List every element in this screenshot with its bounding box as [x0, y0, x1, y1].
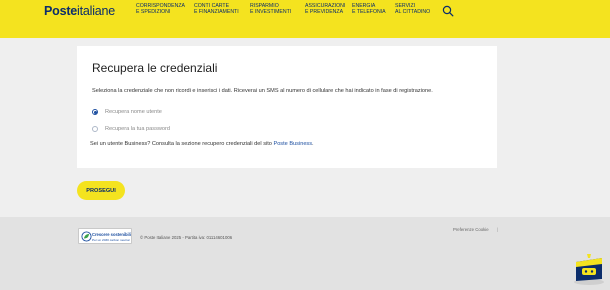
business-text: Sei un utente Business? Consulta la sezi… — [90, 141, 274, 147]
footer: Crescere sostenibili Per un 2030 carbon … — [0, 217, 610, 290]
logo-bold: Poste — [44, 4, 78, 18]
logo-regular: italiane — [77, 4, 116, 18]
nav-item-energia[interactable]: Energia e telefonia — [352, 3, 386, 16]
nav-item-label-2: e telefonia — [352, 9, 386, 16]
radio-password[interactable] — [92, 126, 98, 132]
nav-item-servizi[interactable]: Servizi al cittadino — [395, 3, 430, 16]
badge-subtitle: Per un 2030 carbon neutral — [92, 237, 130, 242]
recovery-card: Recupera le credenziali Seleziona la cre… — [77, 46, 497, 168]
nav-item-corrispondenza[interactable]: Corrispondenza e spedizioni — [136, 3, 185, 16]
nav-item-label-2: e finanziamenti — [194, 9, 239, 16]
proceed-button[interactable]: PROSEGUI — [77, 181, 125, 200]
nav-item-assicurazioni[interactable]: Assicurazioni e previdenza — [305, 3, 345, 16]
poste-business-link[interactable]: Poste Business — [273, 141, 312, 147]
radio-username[interactable] — [92, 109, 98, 115]
nav-item-label-2: e investimenti — [250, 9, 292, 16]
badge-title: Crescere sostenibili — [92, 231, 131, 237]
business-note: Sei un utente Business? Consulta la sezi… — [90, 141, 314, 147]
nav-item-label-2: e previdenza — [305, 9, 344, 16]
form-description: Seleziona la credenziale che non ricordi… — [92, 88, 433, 94]
leaf-icon — [81, 231, 92, 242]
search-icon[interactable] — [442, 5, 454, 17]
option-label: Recupera nome utente — [105, 109, 162, 115]
business-end: . — [312, 141, 314, 147]
nav-item-risparmio[interactable]: Risparmio e investimenti — [250, 3, 291, 16]
option-recover-password[interactable]: Recupera la tua password — [92, 126, 170, 132]
footer-separator: | — [497, 227, 499, 232]
header: Posteitaliane Corrispondenza e spedizion… — [0, 0, 610, 38]
page-title: Recupera le credenziali — [92, 61, 218, 75]
copyright: © Poste Italiane 2025 - Partita iva: 011… — [140, 235, 233, 240]
cookie-preferences-link[interactable]: Preferenze Cookie — [453, 227, 489, 232]
nav-item-conti-carte[interactable]: Conti carte e finanziamenti — [194, 3, 239, 16]
chatbot-icon[interactable] — [571, 252, 607, 286]
option-recover-username[interactable]: Recupera nome utente — [92, 109, 162, 115]
sustainability-badge[interactable]: Crescere sostenibili Per un 2030 carbon … — [78, 228, 132, 244]
option-label: Recupera la tua password — [105, 126, 170, 132]
nav-item-label-2: al cittadino — [395, 9, 431, 16]
logo[interactable]: Posteitaliane — [44, 4, 115, 18]
nav-item-label-2: e spedizioni — [136, 9, 171, 16]
